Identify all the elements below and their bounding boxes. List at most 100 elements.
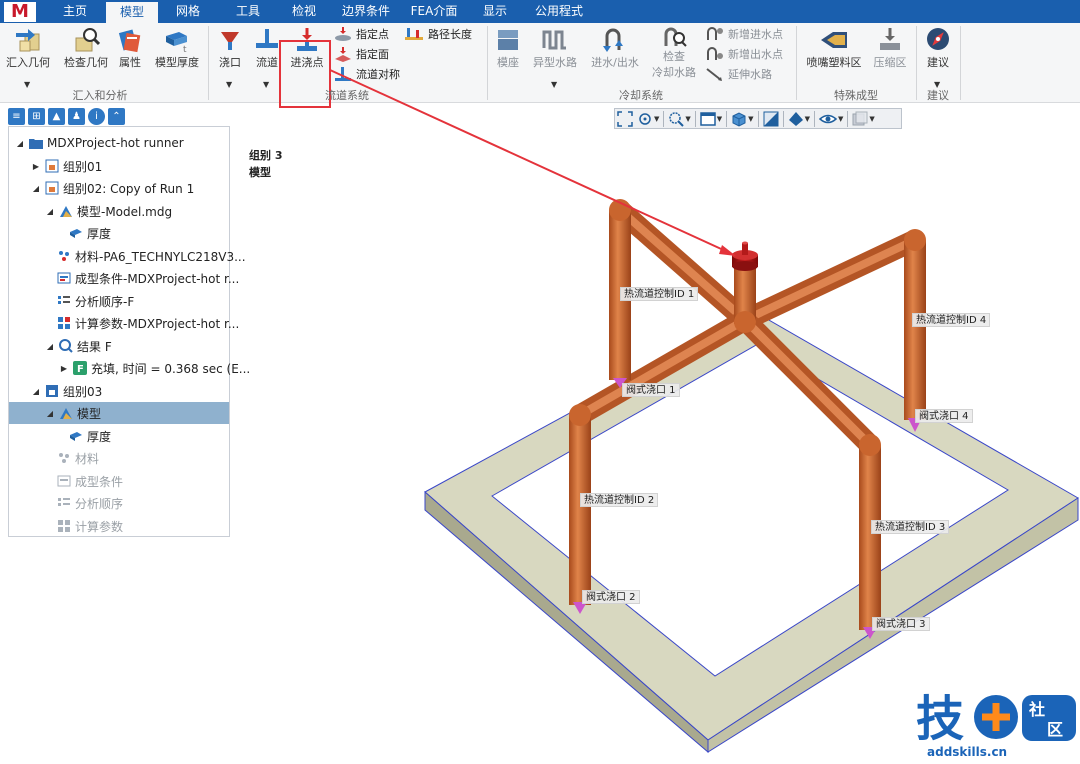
sprue xyxy=(734,262,756,324)
check-geometry-button[interactable]: 检查几何 xyxy=(60,26,112,70)
expand-arrow-icon[interactable]: ▶ xyxy=(59,364,69,373)
tree-node-group03[interactable]: ◢ 组别03 xyxy=(31,380,102,402)
process-icon xyxy=(57,271,71,285)
model-view-icon[interactable]: ▲ xyxy=(48,108,65,125)
tree-node-process[interactable]: 成型条件-MDXProject-hot r... xyxy=(57,267,239,289)
path-length-button[interactable]: 路径长度 xyxy=(404,25,472,43)
tab-home[interactable]: 主页 xyxy=(50,0,100,23)
view-cube-button[interactable]: ▼ xyxy=(729,109,755,128)
add-inlet-icon xyxy=(707,27,723,40)
menu-bar: M 主页 模型 网格 工具 检视 边界条件 FEA介面 显示 公用程式 xyxy=(0,0,1080,23)
tree-node-process-2[interactable]: 成型条件 xyxy=(57,470,123,492)
tree-view-icon[interactable]: ⊞ xyxy=(28,108,45,125)
viewport-title: 组别 3 模型 xyxy=(249,147,282,181)
collapse-icon[interactable]: ⌃ xyxy=(108,108,125,125)
specify-point-button[interactable]: 指定点 xyxy=(334,25,389,43)
watermark-url: addskills.cn xyxy=(927,745,1008,759)
eye-icon xyxy=(818,114,837,123)
special-channel-button[interactable]: 异型水路 xyxy=(530,26,580,70)
specify-point-icon xyxy=(335,27,351,41)
runner-symmetry-button[interactable]: 流道对称 xyxy=(334,65,400,83)
compress-region-button[interactable]: 压缩区 xyxy=(870,26,910,70)
list-view-icon[interactable]: ≡ xyxy=(8,108,25,125)
tree-node-group02[interactable]: ◢ 组别02: Copy of Run 1 xyxy=(31,177,194,199)
window-icon xyxy=(700,111,716,126)
tab-display[interactable]: 显示 xyxy=(470,0,520,23)
add-inlet-button[interactable]: 新增进水点 xyxy=(704,25,783,43)
fit-view-button[interactable] xyxy=(615,109,635,128)
nozzle-region-button[interactable]: 喷嘴塑料区 xyxy=(800,26,868,70)
tree-node-filling[interactable]: ▶ F 充填, 时间 = 0.368 sec (E... xyxy=(59,357,250,379)
watermark-badge-1: 社 xyxy=(1028,700,1045,719)
visibility-button[interactable]: ▼ xyxy=(817,109,845,128)
label-valvegate-3: 阀式浇口 3 xyxy=(872,617,930,631)
tree-node-thickness[interactable]: 厚度 xyxy=(69,222,111,244)
tab-utilities[interactable]: 公用程式 xyxy=(528,0,590,23)
import-geometry-icon xyxy=(16,29,40,52)
specify-face-button[interactable]: 指定面 xyxy=(334,45,389,63)
import-dropdown-caret[interactable]: ▼ xyxy=(24,80,30,89)
gate-dropdown-caret[interactable]: ▼ xyxy=(226,80,232,89)
properties-button[interactable]: 属性 xyxy=(114,26,146,70)
tab-fea[interactable]: FEA介面 xyxy=(404,0,464,23)
group-icon xyxy=(45,384,59,398)
tab-model[interactable]: 模型 xyxy=(106,0,158,23)
tab-boundary[interactable]: 边界条件 xyxy=(334,0,398,23)
tree-node-sequence-2[interactable]: 分析顺序 xyxy=(57,492,123,514)
tab-tools[interactable]: 工具 xyxy=(222,0,274,23)
tree-node-params-2[interactable]: 计算参数 xyxy=(57,515,123,537)
tree-node-project[interactable]: ◢ MDXProject-hot runner xyxy=(15,132,184,154)
tree-node-model-selected[interactable]: ◢ 模型 xyxy=(9,402,229,424)
rotate-button[interactable]: ▼ xyxy=(635,109,661,128)
info-icon[interactable]: i xyxy=(88,108,105,125)
zoom-button[interactable]: ▼ xyxy=(666,109,692,128)
advice-button[interactable]: 建议 xyxy=(920,26,956,70)
shading-button[interactable]: ▼ xyxy=(786,109,812,128)
inlet-outlet-button[interactable]: 进水/出水 xyxy=(588,26,642,70)
layer-view-icon[interactable]: ♟ xyxy=(68,108,85,125)
compress-region-icon xyxy=(880,28,900,50)
collapse-arrow-icon[interactable]: ◢ xyxy=(15,139,25,148)
label-hotrunner-4: 热流道控制ID 4 xyxy=(912,313,991,327)
collapse-arrow-icon[interactable]: ◢ xyxy=(45,409,55,418)
sequence-icon xyxy=(57,496,71,510)
collapse-arrow-icon[interactable]: ◢ xyxy=(45,207,55,216)
tree-node-material-2[interactable]: 材料 xyxy=(57,447,99,469)
ribbon-separator xyxy=(487,26,488,100)
view-toolbar: ▼ ▼ ▼ ▼ ▼ ▼ ▼ xyxy=(614,108,902,129)
zoom-icon xyxy=(669,111,685,127)
gate-button[interactable]: 浇口 xyxy=(212,26,248,70)
section-button[interactable] xyxy=(761,109,781,128)
tree-node-group01[interactable]: ▶ 组别01 xyxy=(31,155,102,177)
tree-node-results[interactable]: ◢ 结果 F xyxy=(45,335,112,357)
transparency-button[interactable]: ▼ xyxy=(850,109,876,128)
material-icon xyxy=(57,249,71,263)
thickness-icon xyxy=(69,429,83,443)
compass-icon xyxy=(927,28,949,50)
tree-node-material[interactable]: 材料-PA6_TECHNYLC218V3... xyxy=(57,245,246,267)
model-thickness-button[interactable]: t 模型厚度 xyxy=(152,26,202,70)
svg-text:F: F xyxy=(77,364,84,375)
mold-base-button[interactable]: 模座 xyxy=(490,26,526,70)
tab-inspect[interactable]: 检视 xyxy=(278,0,330,23)
extend-channel-button[interactable]: 延伸水路 xyxy=(704,65,772,83)
app-logo[interactable]: M xyxy=(4,2,36,22)
collapse-arrow-icon[interactable]: ◢ xyxy=(45,342,55,351)
check-cooling-button[interactable]: 检查 冷却水路 xyxy=(648,26,700,80)
import-geometry-button[interactable]: 汇入几何 xyxy=(4,26,52,70)
tab-mesh[interactable]: 网格 xyxy=(162,0,214,23)
expand-arrow-icon[interactable]: ▶ xyxy=(31,162,41,171)
inlet-outlet-icon xyxy=(603,28,623,52)
label-valvegate-4: 阀式浇口 4 xyxy=(915,409,973,423)
tree-node-model-mdg[interactable]: ◢ 模型-Model.mdg xyxy=(45,200,172,222)
tree-node-thickness-2[interactable]: 厚度 xyxy=(69,425,111,447)
window-button[interactable]: ▼ xyxy=(698,109,724,128)
tree-node-sequence[interactable]: 分析顺序-F xyxy=(57,290,134,312)
tree-node-params[interactable]: 计算参数-MDXProject-hot r... xyxy=(57,312,239,334)
add-outlet-button[interactable]: 新增出水点 xyxy=(704,45,783,63)
collapse-arrow-icon[interactable]: ◢ xyxy=(31,184,41,193)
injection-nozzle xyxy=(732,241,758,271)
runner-dropdown-caret[interactable]: ▼ xyxy=(263,80,269,89)
special-channel-dropdown-caret[interactable]: ▼ xyxy=(551,80,557,89)
collapse-arrow-icon[interactable]: ◢ xyxy=(31,387,41,396)
